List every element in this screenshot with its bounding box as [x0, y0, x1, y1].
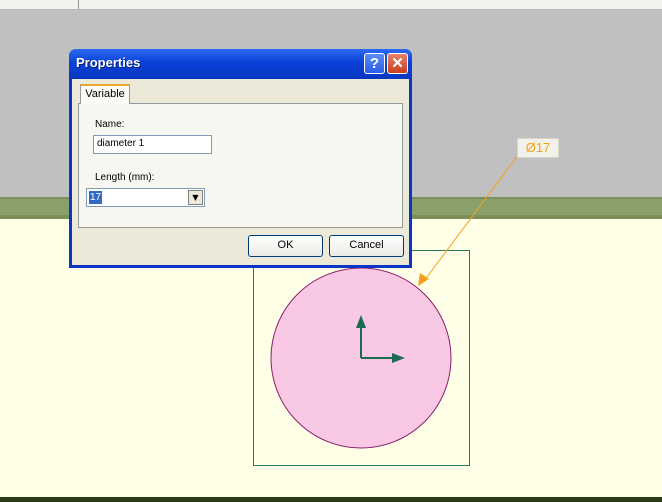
dialog-client-area: Variable Name: diameter 1 Length (mm): 1… [72, 79, 409, 265]
dimension-label[interactable]: Ø17 [517, 138, 559, 158]
name-input[interactable]: diameter 1 [93, 135, 212, 154]
close-button[interactable]: ✕ [387, 53, 408, 74]
length-combobox[interactable]: 17 ▼ [86, 188, 205, 207]
dialog-title: Properties [76, 55, 141, 70]
length-value[interactable]: 17 [89, 191, 103, 204]
length-label: Length (mm): [95, 172, 155, 183]
dimension-leader-line [423, 153, 520, 282]
name-label: Name: [95, 119, 125, 130]
cancel-button[interactable]: Cancel [329, 235, 404, 257]
chevron-down-icon[interactable]: ▼ [188, 190, 203, 205]
tab-panel: Name: diameter 1 Length (mm): [78, 103, 403, 228]
tab-variable[interactable]: Variable [80, 84, 130, 104]
dialog-title-bar[interactable]: Properties ? ✕ [69, 49, 412, 79]
ok-button[interactable]: OK [248, 235, 323, 257]
dimension-arrowhead [418, 273, 429, 286]
help-button[interactable]: ? [364, 53, 385, 74]
properties-dialog: Properties ? ✕ Variable Name: diameter 1… [69, 49, 412, 268]
